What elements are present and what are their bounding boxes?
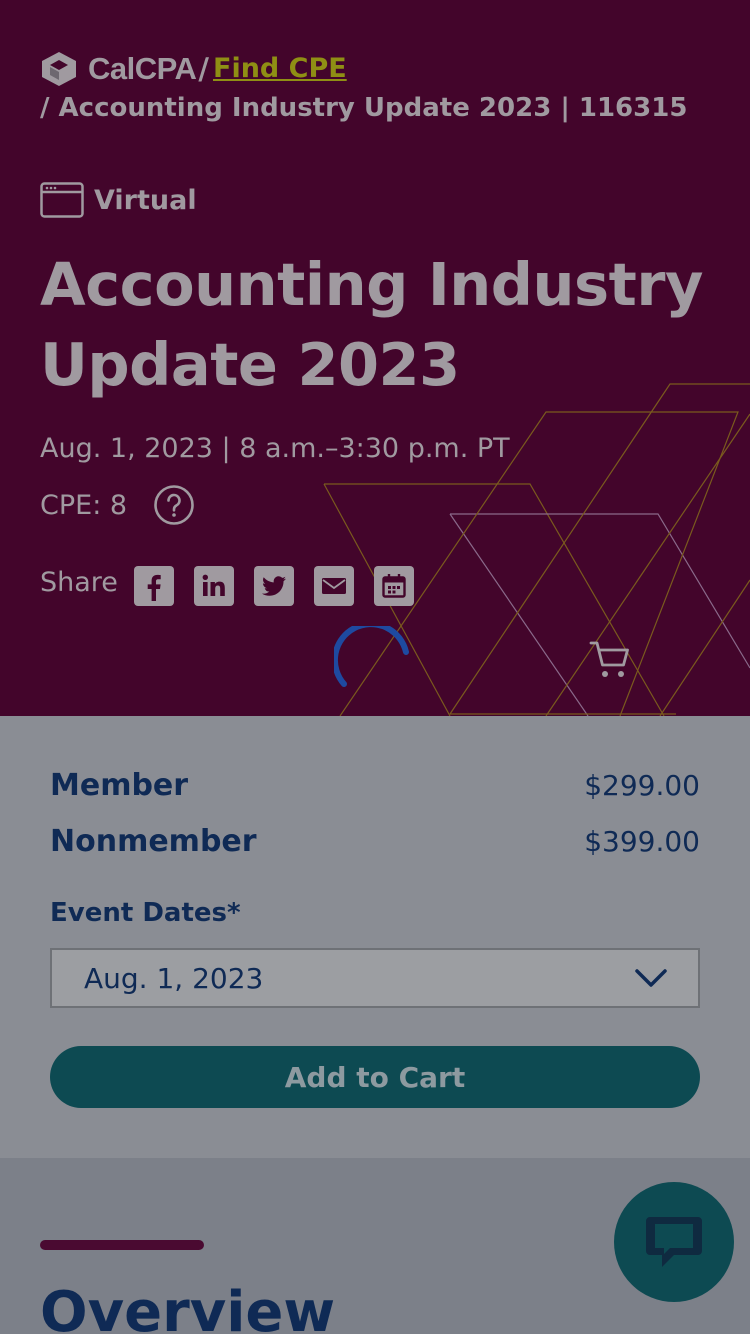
facebook-icon xyxy=(147,574,161,601)
breadcrumb-find-cpe-link[interactable]: Find CPE xyxy=(213,49,347,89)
share-row: Share xyxy=(40,566,434,606)
event-hero: CalCPA / Find CPE / Accounting Industry … xyxy=(0,0,750,716)
event-date-select[interactable]: Aug. 1, 2023 xyxy=(50,948,700,1008)
event-datetime: Aug. 1, 2023 | 8 a.m.–3:30 p.m. PT xyxy=(40,433,510,464)
chat-bubble-icon xyxy=(646,1217,702,1267)
member-label: Member xyxy=(50,768,189,803)
cpe-credits: CPE: 8 xyxy=(40,484,195,526)
nonmember-price-row: Nonmember $399.00 xyxy=(50,824,700,859)
event-format: Virtual xyxy=(40,182,197,218)
cart-icon[interactable] xyxy=(588,638,632,682)
chevron-down-icon xyxy=(635,969,667,987)
add-to-cart-button[interactable]: Add to Cart xyxy=(50,1046,700,1108)
share-label: Share xyxy=(40,566,118,598)
nonmember-price: $399.00 xyxy=(584,825,700,858)
chat-button[interactable] xyxy=(614,1182,734,1302)
event-dates-label: Event Dates* xyxy=(50,898,241,928)
help-icon[interactable] xyxy=(153,484,195,526)
twitter-icon xyxy=(261,576,286,596)
nonmember-label: Nonmember xyxy=(50,824,257,859)
calcpa-logo-icon[interactable] xyxy=(40,50,78,88)
share-email-button[interactable] xyxy=(313,566,354,606)
share-facebook-button[interactable] xyxy=(133,566,174,606)
breadcrumb-current: / Accounting Industry Update 2023 | 1163… xyxy=(40,93,688,123)
linkedin-icon xyxy=(202,574,225,596)
event-format-label: Virtual xyxy=(94,184,197,216)
event-date-selected: Aug. 1, 2023 xyxy=(84,961,264,995)
overview-accent-bar xyxy=(40,1240,204,1250)
share-linkedin-button[interactable] xyxy=(193,566,234,606)
breadcrumb-separator: / xyxy=(198,52,209,86)
share-twitter-button[interactable] xyxy=(253,566,294,606)
overview-heading: Overview xyxy=(40,1280,336,1334)
add-to-calendar-button[interactable] xyxy=(373,566,414,606)
browser-window-icon xyxy=(40,182,84,218)
purchase-panel: Member $299.00 Nonmember $399.00 Event D… xyxy=(0,716,750,1158)
member-price-row: Member $299.00 xyxy=(50,768,700,803)
event-title: Accounting Industry Update 2023 xyxy=(40,250,703,399)
member-price: $299.00 xyxy=(584,769,700,802)
breadcrumb: CalCPA / Find CPE / Accounting Industry … xyxy=(40,50,720,128)
email-icon xyxy=(321,578,346,594)
loading-spinner-icon xyxy=(334,626,409,687)
calcpa-logo-text[interactable]: CalCPA xyxy=(88,49,197,89)
calendar-icon xyxy=(382,574,406,598)
cpe-label: CPE: 8 xyxy=(40,489,128,521)
